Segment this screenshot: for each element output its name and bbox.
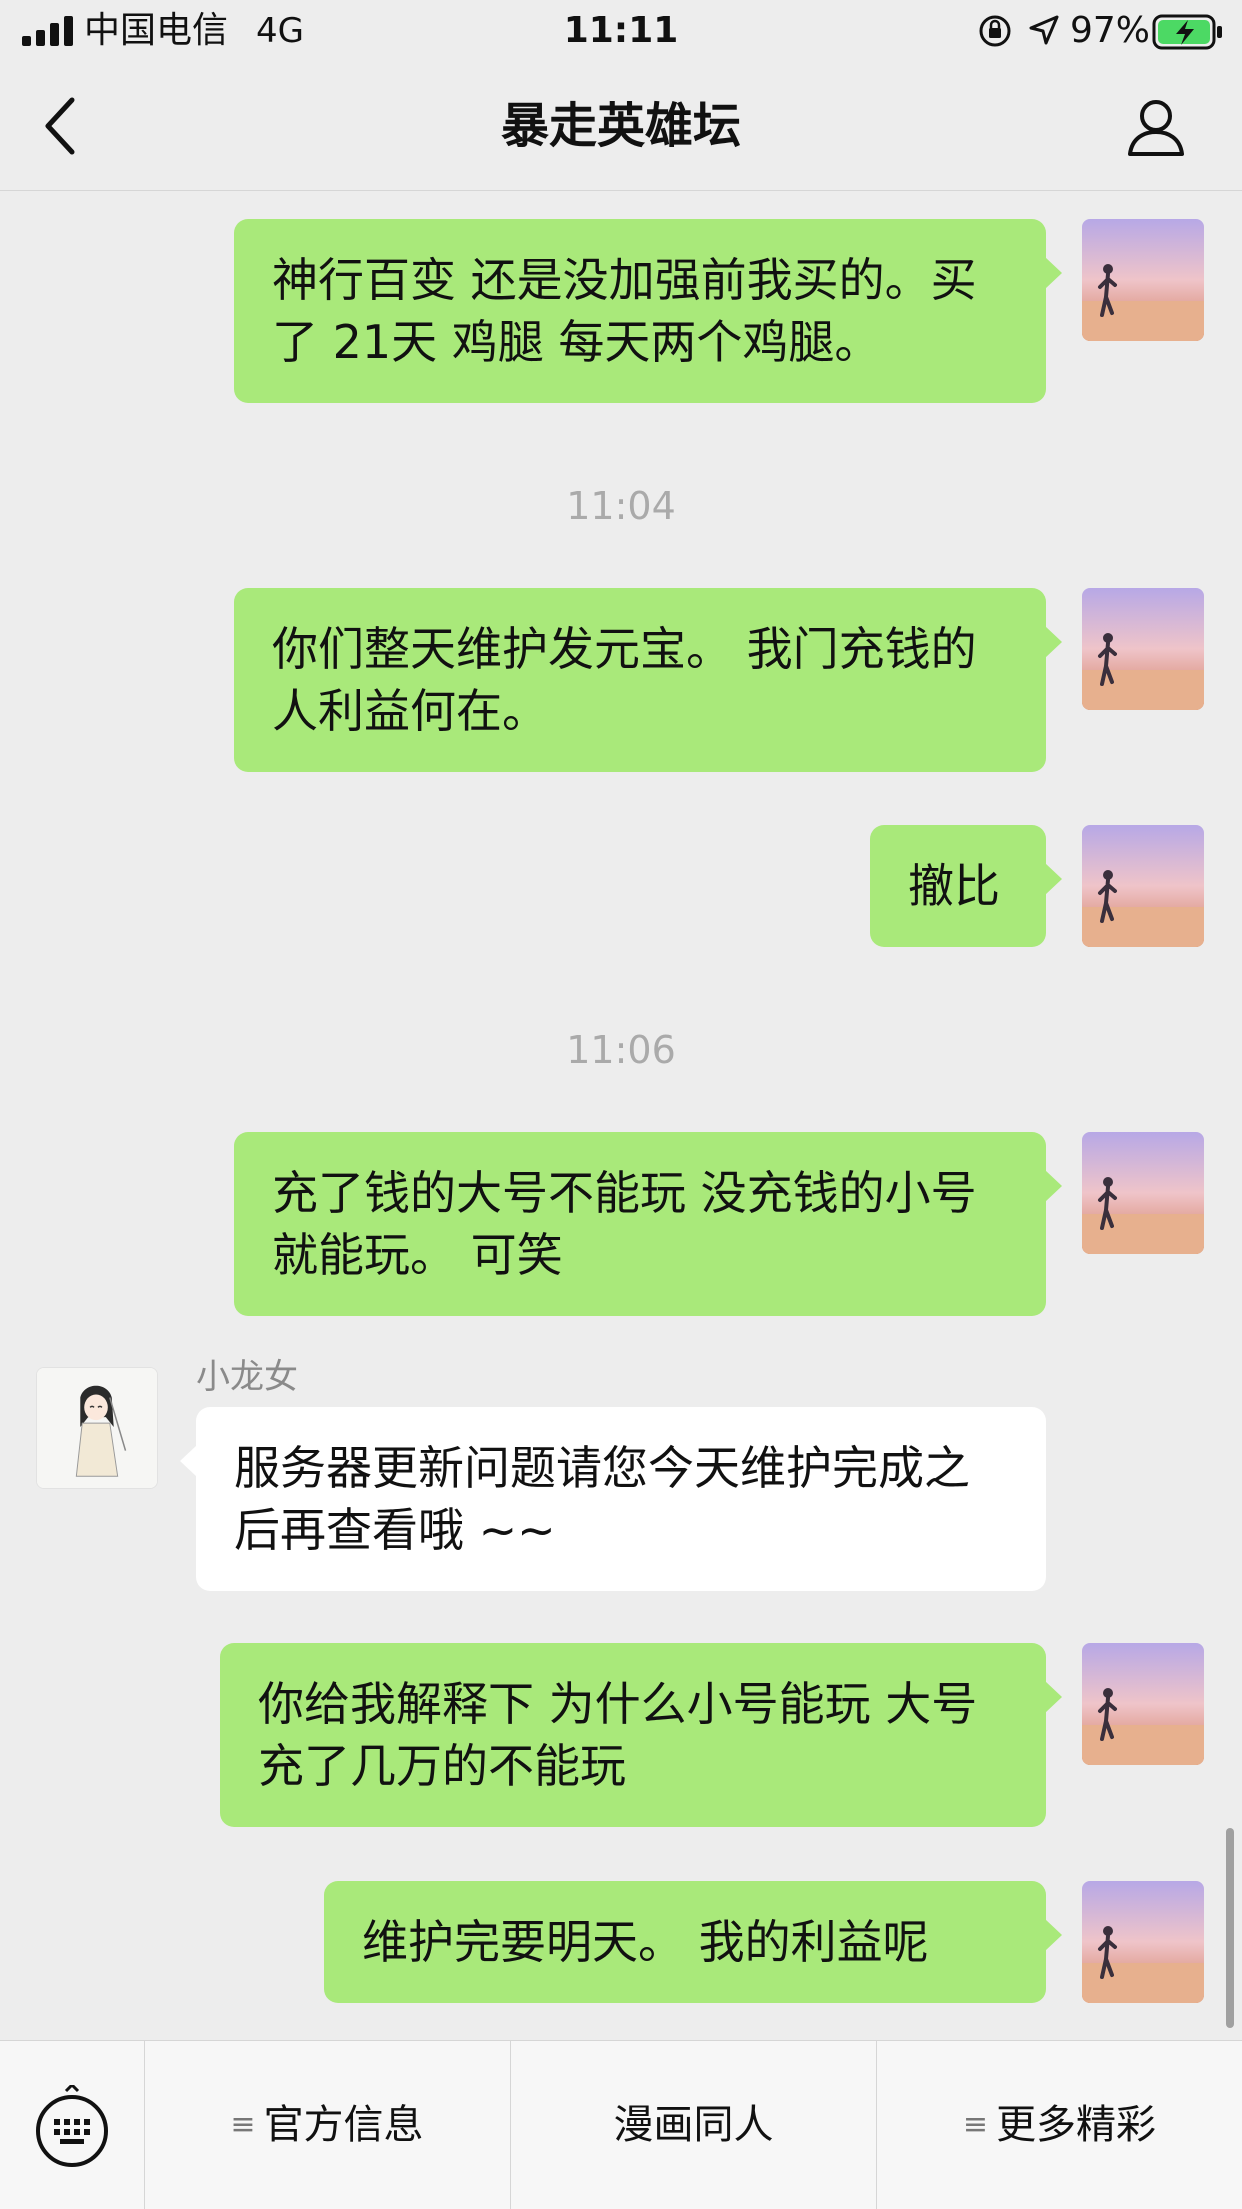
avatar-image — [1082, 1132, 1204, 1254]
my-avatar[interactable] — [1082, 219, 1204, 341]
message-bubble-outgoing[interactable]: 充了钱的大号不能玩 没充钱的小号就能玩。 可笑 — [234, 1132, 1062, 1316]
official-account-menu: ≡ 官方信息 漫画同人 ≡ 更多精彩 — [0, 2040, 1242, 2209]
message-bubble-outgoing[interactable]: 撤比 — [870, 825, 1062, 947]
nav-bar: 暴走英雄坛 — [0, 64, 1242, 191]
avatar-image — [1082, 825, 1204, 947]
message-bubble-outgoing[interactable]: 神行百变 还是没加强前我买的。买了 21天 鸡腿 每天两个鸡腿。 — [234, 219, 1062, 403]
my-avatar[interactable] — [1082, 1881, 1204, 2003]
keyboard-icon — [36, 2085, 108, 2167]
avatar-image — [1082, 219, 1204, 341]
scrollbar-thumb[interactable] — [1226, 1828, 1234, 2028]
message-bubble-outgoing[interactable]: 你给我解释下 为什么小号能玩 大号充了几万的不能玩 — [220, 1643, 1062, 1827]
battery-charging-icon — [1152, 14, 1222, 50]
orientation-lock-icon — [979, 15, 1011, 47]
keyboard-toggle-button[interactable] — [0, 2041, 145, 2209]
message-bubble-incoming[interactable]: 服务器更新问题请您今天维护完成之后再查看哦 ~~ — [180, 1407, 1046, 1591]
menu-tab-label: 更多精彩 — [996, 2102, 1157, 2148]
message-bubble-outgoing[interactable]: 你们整天维护发元宝。 我门充钱的人利益何在。 — [234, 588, 1062, 772]
status-bar: 中国电信 4G 11:11 97% — [0, 0, 1242, 64]
contact-avatar[interactable] — [36, 1367, 158, 1489]
submenu-icon: ≡ — [230, 2107, 256, 2142]
avatar-image — [1082, 588, 1204, 710]
my-avatar[interactable] — [1082, 1132, 1204, 1254]
my-avatar[interactable] — [1082, 825, 1204, 947]
timestamp: 11:06 — [566, 1028, 676, 1072]
my-avatar[interactable] — [1082, 1643, 1204, 1765]
person-outline-icon[interactable] — [1124, 94, 1188, 158]
menu-tab-official-info[interactable]: ≡ 官方信息 — [144, 2041, 511, 2209]
avatar-image — [1082, 1643, 1204, 1765]
menu-tab-label: 漫画同人 — [613, 2102, 774, 2148]
chat-title: 暴走英雄坛 — [500, 98, 741, 154]
avatar-image — [1082, 1881, 1204, 2003]
submenu-icon: ≡ — [962, 2107, 989, 2142]
sender-name: 小龙女 — [196, 1357, 298, 1397]
avatar-image — [37, 1368, 157, 1488]
battery-percent: 97% — [1070, 10, 1151, 51]
message-bubble-outgoing[interactable]: 维护完要明天。 我的利益呢 — [324, 1881, 1062, 2003]
message-list[interactable]: 神行百变 还是没加强前我买的。买了 21天 鸡腿 每天两个鸡腿。 11:04 你… — [0, 191, 1242, 2039]
menu-tab-more[interactable]: ≡ 更多精彩 — [877, 2041, 1242, 2209]
location-arrow-icon — [1029, 15, 1059, 45]
menu-tab-label: 官方信息 — [263, 2102, 424, 2148]
my-avatar[interactable] — [1082, 588, 1204, 710]
menu-tab-comics[interactable]: 漫画同人 — [511, 2041, 877, 2209]
timestamp: 11:04 — [566, 484, 676, 528]
